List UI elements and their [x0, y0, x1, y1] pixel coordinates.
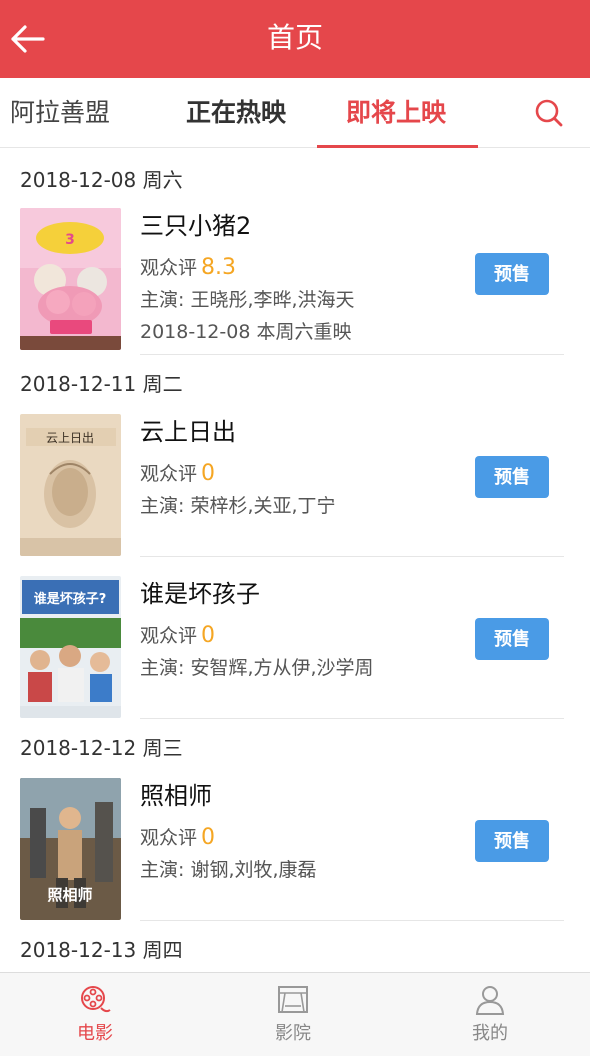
nav-profile[interactable]: 我的: [430, 973, 550, 1056]
page-title: 首页: [266, 21, 323, 54]
movie-poster[interactable]: 云上日出: [20, 414, 121, 556]
nav-movies-label: 电影: [77, 1023, 113, 1044]
divider: [140, 354, 564, 355]
movie-title[interactable]: 三只小猪2: [140, 210, 251, 242]
nav-movies[interactable]: 电影: [35, 973, 155, 1056]
presale-button[interactable]: 预售: [475, 820, 549, 862]
tab-now-showing[interactable]: 正在热映: [186, 96, 286, 130]
score-value: 0: [201, 825, 216, 850]
movie-poster[interactable]: 谁是坏孩子?: [20, 576, 121, 718]
score-label: 观众评: [140, 827, 198, 849]
cinema-screen-icon: [278, 986, 308, 1013]
svg-text:照相师: 照相师: [47, 886, 92, 904]
presale-button[interactable]: 预售: [475, 456, 549, 498]
audience-score: 观众评 0: [140, 824, 215, 852]
svg-text:谁是坏孩子?: 谁是坏孩子?: [34, 591, 107, 607]
score-value: 0: [201, 461, 216, 486]
movie-cast: 主演: 荣梓杉,关亚,丁宁: [140, 495, 336, 517]
movie-title[interactable]: 照相师: [140, 780, 212, 812]
movie-poster[interactable]: 3: [20, 208, 121, 350]
tab-bar: 阿拉善盟 正在热映 即将上映: [0, 78, 590, 148]
divider: [140, 718, 564, 719]
tab-coming-soon[interactable]: 即将上映: [346, 96, 446, 130]
city-selector[interactable]: 阿拉善盟: [10, 96, 110, 130]
movie-cast: 主演: 谢钢,刘牧,康磊: [140, 859, 317, 881]
score-label: 观众评: [140, 625, 198, 647]
movie-cast: 主演: 王晓彤,李晔,洪海天: [140, 289, 355, 311]
audience-score: 观众评 0: [140, 460, 215, 488]
date-header: 2018-12-11 周二: [20, 372, 183, 396]
date-header: 2018-12-12 周三: [20, 736, 183, 760]
top-bar: 首页: [0, 0, 590, 78]
user-icon: [475, 986, 505, 1015]
score-label: 观众评: [140, 257, 198, 279]
presale-button[interactable]: 预售: [475, 618, 549, 660]
score-value: 0: [201, 623, 216, 648]
date-header: 2018-12-08 周六: [20, 168, 183, 192]
score-label: 观众评: [140, 463, 198, 485]
movie-poster[interactable]: 照相师: [20, 778, 121, 920]
svg-text:3: 3: [65, 232, 75, 248]
nav-cinemas-label: 影院: [275, 1023, 311, 1044]
svg-text:云上日出: 云上日出: [46, 431, 94, 445]
audience-score: 观众评 0: [140, 622, 215, 650]
film-reel-icon: [81, 986, 111, 1013]
audience-score: 观众评 8.3: [140, 254, 236, 282]
movie-cast: 主演: 安智辉,方从伊,沙学周: [140, 657, 374, 679]
divider: [140, 920, 564, 921]
movie-title[interactable]: 谁是坏孩子: [140, 578, 260, 610]
movie-list[interactable]: 2018-12-08 周六 3 三只小猪2 观众评 8.3 主演: 王晓彤,李晔,…: [0, 148, 590, 972]
movie-title[interactable]: 云上日出: [140, 416, 236, 448]
presale-button[interactable]: 预售: [475, 253, 549, 295]
search-button[interactable]: [534, 98, 564, 128]
divider: [140, 556, 564, 557]
nav-profile-label: 我的: [472, 1023, 508, 1044]
release-note: 2018-12-08 本周六重映: [140, 321, 352, 343]
date-header: 2018-12-13 周四: [20, 938, 183, 962]
nav-cinemas[interactable]: 影院: [233, 973, 353, 1056]
score-value: 8.3: [201, 255, 237, 280]
search-icon: [535, 99, 563, 127]
bottom-nav: 电影 影院 我的: [0, 972, 590, 1056]
